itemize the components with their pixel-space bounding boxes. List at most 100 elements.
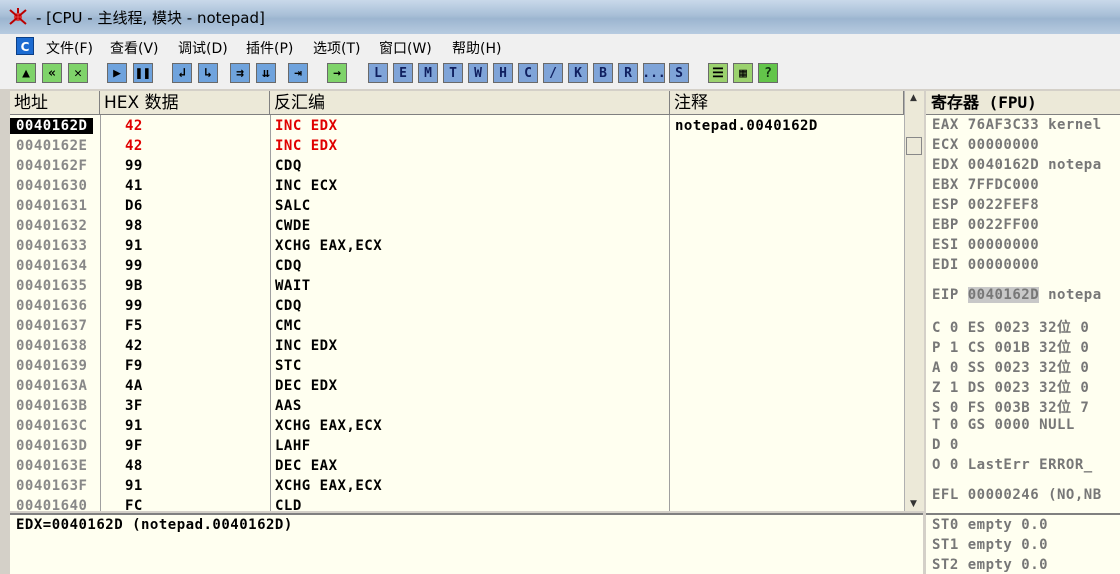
register-line[interactable]: EAX 76AF3C33 kernel: [932, 117, 1102, 133]
grid-icon[interactable]: ▦: [733, 63, 753, 83]
register-line[interactable]: EBX 7FFDC000: [932, 177, 1039, 193]
hex-cell: 91: [125, 478, 143, 494]
register-line[interactable]: EDI 00000000: [932, 257, 1039, 273]
goto-icon[interactable]: →: [327, 63, 347, 83]
registers-header: 寄存器 (FPU): [926, 91, 1120, 115]
disasm-row[interactable]: 0040162D 42 INC EDX notepad.0040162D: [10, 117, 903, 137]
register-line[interactable]: ESP 0022FEF8: [932, 197, 1039, 213]
menu-file[interactable]: 文件(F): [46, 38, 93, 58]
open-icon[interactable]: ▲: [16, 63, 36, 83]
execute-till-return-icon[interactable]: ⇥: [288, 63, 308, 83]
column-header-comment[interactable]: 注释: [670, 91, 904, 115]
toolbar-windows-button[interactable]: W: [468, 63, 488, 83]
close-process-icon[interactable]: ✕: [68, 63, 88, 83]
disasm-row[interactable]: 00401633 91 XCHG EAX,ECX: [10, 237, 903, 257]
disasm-row[interactable]: 00401638 42 INC EDX: [10, 337, 903, 357]
toolbar-handles-button[interactable]: H: [493, 63, 513, 83]
register-line[interactable]: ESI 00000000: [932, 237, 1039, 253]
register-line[interactable]: C 0 ES 0023 32位 0: [932, 317, 1089, 337]
register-line[interactable]: O 0 LastErr ERROR_: [932, 457, 1093, 473]
hex-cell: 3F: [125, 398, 143, 414]
toolbar-breakpoints-button[interactable]: B: [593, 63, 613, 83]
list-icon[interactable]: ☰: [708, 63, 728, 83]
disasm-row[interactable]: 00401637 F5 CMC: [10, 317, 903, 337]
disasm-row[interactable]: 00401639 F9 STC: [10, 357, 903, 377]
column-header-disasm[interactable]: 反汇编: [270, 91, 670, 115]
register-line[interactable]: A 0 SS 0023 32位 0: [932, 357, 1089, 377]
disasm-row[interactable]: 00401631 D6 SALC: [10, 197, 903, 217]
address-cell: 0040162F: [16, 158, 88, 174]
restart-icon[interactable]: «: [42, 63, 62, 83]
register-line[interactable]: ECX 00000000: [932, 137, 1039, 153]
disasm-row[interactable]: 00401632 98 CWDE: [10, 217, 903, 237]
hex-cell: 99: [125, 298, 143, 314]
disasm-row[interactable]: 0040162F 99 CDQ: [10, 157, 903, 177]
scroll-thumb[interactable]: [906, 137, 922, 155]
register-line[interactable]: ST2 empty 0.0: [932, 557, 1048, 573]
pause-icon[interactable]: ❚❚: [133, 63, 153, 83]
disasm-row[interactable]: 00401630 41 INC ECX: [10, 177, 903, 197]
menu-plugins[interactable]: 插件(P): [246, 38, 293, 58]
toolbar-memory-button[interactable]: M: [418, 63, 438, 83]
disasm-row[interactable]: 0040163F 91 XCHG EAX,ECX: [10, 477, 903, 497]
toolbar-cpu-button[interactable]: C: [518, 63, 538, 83]
toolbar-source-button[interactable]: S: [669, 63, 689, 83]
scroll-down-icon[interactable]: ▼: [910, 499, 917, 509]
register-line[interactable]: ST1 empty 0.0: [932, 537, 1048, 553]
column-header-address[interactable]: 地址: [10, 91, 100, 115]
menu-window[interactable]: 窗口(W): [379, 38, 432, 58]
step-into-icon[interactable]: ↲: [172, 63, 192, 83]
register-line[interactable]: T 0 GS 0000 NULL: [932, 417, 1075, 433]
toolbar-log-button[interactable]: L: [368, 63, 388, 83]
scroll-up-icon[interactable]: ▲: [910, 93, 917, 103]
register-line[interactable]: EDX 0040162D notepa: [932, 157, 1102, 173]
instruction-cell: LAHF: [275, 438, 311, 454]
register-line[interactable]: D 0: [932, 437, 959, 453]
hex-cell: 48: [125, 458, 143, 474]
toolbar-modules-button[interactable]: E: [393, 63, 413, 83]
menu-options[interactable]: 选项(T): [313, 38, 360, 58]
step-over-icon[interactable]: ↳: [198, 63, 218, 83]
disasm-row[interactable]: 0040163C 91 XCHG EAX,ECX: [10, 417, 903, 437]
toolbar-runtrace-button[interactable]: ...: [642, 63, 666, 83]
register-line[interactable]: ST0 empty 0.0: [932, 517, 1048, 533]
menu-help[interactable]: 帮助(H): [452, 38, 501, 58]
address-cell: 00401633: [16, 238, 88, 254]
register-line[interactable]: EBP 0022FF00: [932, 217, 1039, 233]
register-line[interactable]: EFL 00000246 (NO,NB: [932, 487, 1102, 503]
disassembly-scrollbar[interactable]: ▲ ▼: [904, 91, 924, 511]
hex-cell: 42: [125, 338, 143, 354]
address-cell: 00401639: [16, 358, 88, 374]
instruction-cell: INC EDX: [275, 338, 338, 354]
disasm-row[interactable]: 00401634 99 CDQ: [10, 257, 903, 277]
toolbar-callstack-button[interactable]: K: [568, 63, 588, 83]
instruction-cell: CDQ: [275, 158, 302, 174]
app-bug-icon[interactable]: [8, 7, 28, 27]
toolbar-references-button[interactable]: R: [618, 63, 638, 83]
disasm-row[interactable]: 0040162E 42 INC EDX: [10, 137, 903, 157]
disasm-row[interactable]: 0040163E 48 DEC EAX: [10, 457, 903, 477]
cpu-window-icon[interactable]: C: [16, 37, 34, 55]
hex-cell: 9F: [125, 438, 143, 454]
disasm-row[interactable]: 00401636 99 CDQ: [10, 297, 903, 317]
menu-view[interactable]: 查看(V): [110, 38, 159, 58]
disasm-row[interactable]: 0040163D 9F LAHF: [10, 437, 903, 457]
trace-into-icon[interactable]: ⇉: [230, 63, 250, 83]
run-icon[interactable]: ▶: [107, 63, 127, 83]
disasm-row[interactable]: 0040163B 3F AAS: [10, 397, 903, 417]
column-header-hex[interactable]: HEX 数据: [100, 91, 270, 115]
trace-over-icon[interactable]: ⇊: [256, 63, 276, 83]
register-line[interactable]: P 1 CS 001B 32位 0: [932, 337, 1089, 357]
info-pane: EDX=0040162D (notepad.0040162D): [10, 513, 923, 574]
register-line[interactable]: EIP 0040162D notepa: [932, 287, 1102, 303]
register-line[interactable]: Z 1 DS 0023 32位 0: [932, 377, 1089, 397]
toolbar-patches-button[interactable]: /: [543, 63, 563, 83]
disasm-row[interactable]: 00401635 9B WAIT: [10, 277, 903, 297]
instruction-cell: CDQ: [275, 298, 302, 314]
disasm-row[interactable]: 0040163A 4A DEC EDX: [10, 377, 903, 397]
register-line[interactable]: S 0 FS 003B 32位 7: [932, 397, 1089, 417]
menu-debug[interactable]: 调试(D): [178, 38, 228, 58]
toolbar-threads-button[interactable]: T: [443, 63, 463, 83]
address-cell: 00401630: [16, 178, 88, 194]
help-button[interactable]: ?: [758, 63, 778, 83]
